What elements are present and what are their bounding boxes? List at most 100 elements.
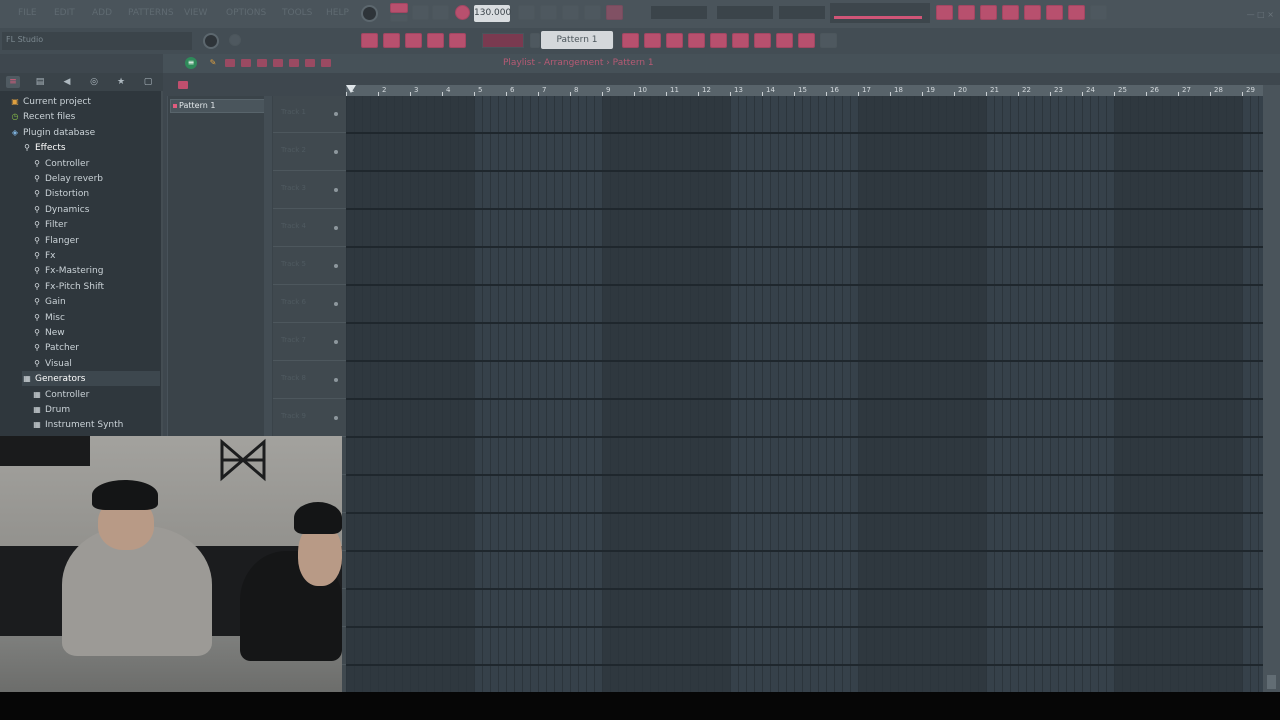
step-edit-button[interactable] bbox=[584, 5, 601, 20]
snap-button[interactable] bbox=[361, 33, 378, 48]
browser-item[interactable]: ⚲ Dynamics bbox=[32, 202, 160, 217]
track-header[interactable]: Track 7 bbox=[273, 324, 346, 361]
window-controls[interactable]: — □ × bbox=[1247, 10, 1274, 19]
picker-scrollbar[interactable] bbox=[264, 96, 272, 436]
track-mute-dot[interactable] bbox=[334, 340, 338, 344]
track-header[interactable]: Track 5 bbox=[273, 248, 346, 285]
browser-item[interactable]: ◷ Recent files bbox=[10, 109, 160, 124]
browser-tab-plugins-icon[interactable]: ◀ bbox=[60, 76, 74, 88]
pattern-dropdown-left[interactable] bbox=[530, 33, 540, 48]
browser-tab-starred-icon[interactable]: ★ bbox=[114, 76, 128, 88]
touch-keyboard-view-button[interactable] bbox=[1068, 5, 1085, 20]
browser-tab-files-icon[interactable]: ▤ bbox=[33, 76, 47, 88]
track-mute-dot[interactable] bbox=[334, 150, 338, 154]
browser-item[interactable]: ⚲ New bbox=[32, 325, 160, 340]
browser-item[interactable]: ⚲ Patcher bbox=[32, 340, 160, 355]
browser-item[interactable]: ⚲ Distortion bbox=[32, 186, 160, 201]
track-header[interactable]: Track 1 bbox=[273, 96, 346, 133]
pattern-prev-button[interactable] bbox=[383, 33, 400, 48]
browser-item[interactable]: ▦ Controller bbox=[32, 387, 160, 402]
browser-item[interactable]: ⚲ Controller bbox=[32, 156, 160, 171]
countdown-button[interactable] bbox=[562, 5, 579, 20]
browser-item[interactable]: ⚲ Fx bbox=[32, 248, 160, 263]
pattern-clip[interactable]: Pattern 1 bbox=[170, 99, 265, 113]
menu-patterns[interactable]: PATTERNS bbox=[128, 8, 174, 18]
browser-tab-folders-icon[interactable]: ▢ bbox=[141, 76, 155, 88]
timeline-ruler[interactable]: 1 2 3 4 5 6 7 8 9 10 11 12 13 14 15 16 17 18 19 20 21 22 23 24 2… bbox=[346, 85, 1263, 96]
track-header[interactable]: Track 6 bbox=[273, 286, 346, 323]
panel-button-7[interactable] bbox=[754, 33, 771, 48]
track-mute-dot[interactable] bbox=[334, 378, 338, 382]
playlist-view-button[interactable] bbox=[936, 5, 953, 20]
browser-view-button[interactable] bbox=[1024, 5, 1041, 20]
browser-tab-all-icon[interactable]: ≡ bbox=[6, 76, 20, 88]
panel-button-6[interactable] bbox=[732, 33, 749, 48]
step-length-display[interactable] bbox=[482, 33, 524, 48]
panel-button-2[interactable] bbox=[644, 33, 661, 48]
browser-item[interactable]: ⚲ Fx-Pitch Shift bbox=[32, 279, 160, 294]
panel-button-4[interactable] bbox=[688, 33, 705, 48]
track-mute-dot[interactable] bbox=[334, 188, 338, 192]
paint-tool-icon[interactable] bbox=[225, 59, 235, 67]
browser-scrollbar[interactable] bbox=[161, 91, 163, 436]
panel-button-9[interactable] bbox=[798, 33, 815, 48]
panel-button-1[interactable] bbox=[622, 33, 639, 48]
browser-item[interactable]: ⚲ Fx-Mastering bbox=[32, 263, 160, 278]
menu-file[interactable]: FILE bbox=[18, 8, 37, 18]
browser-item[interactable]: ◈ Plugin database bbox=[10, 125, 160, 140]
browser-item[interactable]: ▣ Current project bbox=[10, 94, 160, 109]
select-tool-icon[interactable] bbox=[305, 59, 315, 67]
track-mute-dot[interactable] bbox=[334, 226, 338, 230]
wait-for-input-button[interactable] bbox=[540, 5, 557, 20]
browser-item[interactable]: ⚲ Misc bbox=[32, 310, 160, 325]
playlist-scroll-thumb[interactable] bbox=[1267, 675, 1276, 689]
browser-item[interactable]: ⚲ Visual bbox=[32, 356, 160, 371]
mixer-view-button[interactable] bbox=[1002, 5, 1019, 20]
piano-roll-view-button[interactable] bbox=[958, 5, 975, 20]
slice-tool-icon[interactable] bbox=[289, 59, 299, 67]
master-volume-knob[interactable] bbox=[361, 5, 378, 22]
channel-rack-view-button[interactable] bbox=[980, 5, 997, 20]
browser-tab-sound-icon[interactable]: ◎ bbox=[87, 76, 101, 88]
browser-item[interactable]: ⚲ Gain bbox=[32, 294, 160, 309]
track-header[interactable]: Track 4 bbox=[273, 210, 346, 247]
draw-tool-icon[interactable]: ✎ bbox=[207, 57, 219, 69]
panel-button-8[interactable] bbox=[776, 33, 793, 48]
tempo-display[interactable]: 130.000 bbox=[474, 5, 511, 22]
menu-options[interactable]: OPTIONS bbox=[226, 8, 266, 18]
help-view-button[interactable] bbox=[1090, 5, 1107, 20]
loop-record-button[interactable] bbox=[606, 5, 623, 20]
playlist-menu-icon[interactable]: ≡ bbox=[185, 57, 197, 69]
record-button[interactable] bbox=[455, 5, 470, 20]
stop-button[interactable] bbox=[432, 5, 449, 20]
track-mute-dot[interactable] bbox=[334, 302, 338, 306]
track-header[interactable]: Track 3 bbox=[273, 172, 346, 209]
browser-item[interactable]: ▦ Instrument Synth bbox=[32, 417, 160, 432]
browser-item[interactable]: ⚲ Effects bbox=[22, 140, 160, 155]
panel-button-3[interactable] bbox=[666, 33, 683, 48]
pattern-next-button[interactable] bbox=[405, 33, 422, 48]
song-mode-toggle[interactable] bbox=[390, 14, 408, 22]
metronome-button[interactable] bbox=[518, 5, 535, 20]
plugin-picker-view-button[interactable] bbox=[1046, 5, 1063, 20]
track-header[interactable]: Track 8 bbox=[273, 362, 346, 399]
playlist-grid[interactable] bbox=[346, 96, 1263, 692]
menu-add[interactable]: ADD bbox=[92, 8, 112, 18]
track-header[interactable]: Track 2 bbox=[273, 134, 346, 171]
snap-selector-icon[interactable] bbox=[178, 81, 188, 89]
slip-tool-icon[interactable] bbox=[273, 59, 283, 67]
pattern-selector[interactable]: Pattern 1 bbox=[541, 31, 613, 49]
menu-help[interactable]: HELP bbox=[326, 8, 349, 18]
browser-item[interactable]: ▦ Drum bbox=[32, 402, 160, 417]
track-header[interactable]: Track 9 bbox=[273, 400, 346, 437]
pattern-add-button[interactable] bbox=[427, 33, 444, 48]
pattern-clone-button[interactable] bbox=[449, 33, 466, 48]
browser-item[interactable]: ⚲ Flanger bbox=[32, 233, 160, 248]
browser-item[interactable]: ⚲ Delay reverb bbox=[32, 171, 160, 186]
browser-item[interactable]: ⚲ Filter bbox=[32, 217, 160, 232]
play-button[interactable] bbox=[412, 5, 429, 20]
track-mute-dot[interactable] bbox=[334, 112, 338, 116]
playlist-scrollbar[interactable] bbox=[1263, 85, 1280, 692]
zoom-tool-icon[interactable] bbox=[321, 59, 331, 67]
track-mute-dot[interactable] bbox=[334, 416, 338, 420]
